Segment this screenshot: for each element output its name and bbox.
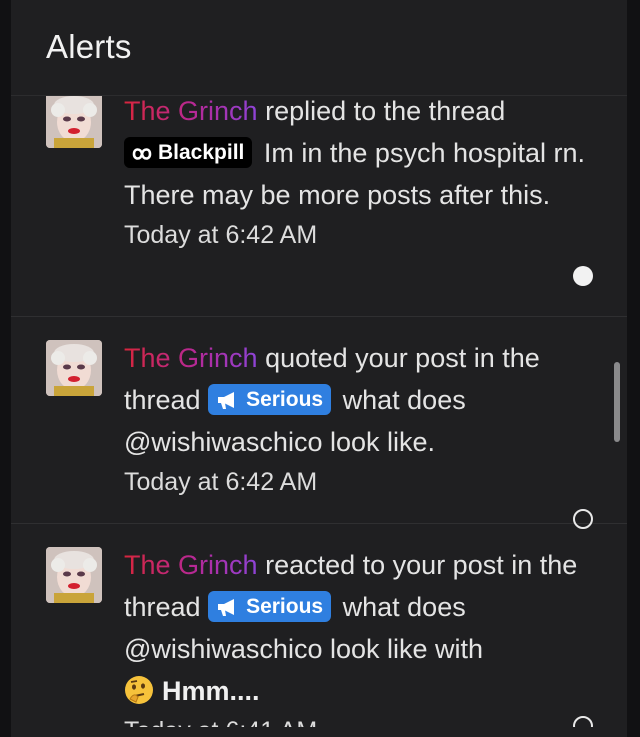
alert-action-text: replied to the thread: [265, 96, 506, 126]
avatar[interactable]: [46, 547, 102, 603]
alerts-header: Alerts: [11, 0, 627, 96]
alert-item[interactable]: The Grinch quoted your post in the threa…: [11, 317, 627, 529]
alert-content: The Grinch replied to the thread Blackpi…: [124, 90, 594, 254]
thread-prefix-label: Serious: [246, 595, 324, 618]
thinking-face-icon: [124, 675, 154, 705]
megaphone-icon: [216, 595, 240, 626]
alert-item[interactable]: The Grinch replied to the thread Blackpi…: [11, 80, 627, 317]
reaction-label: Hmm....: [162, 676, 260, 706]
alert-content: The Grinch reacted to your post in the t…: [124, 544, 594, 737]
thread-prefix-badge[interactable]: Blackpill: [124, 137, 253, 168]
alert-timestamp: Today at 6:42 AM: [124, 468, 318, 496]
thread-prefix-badge[interactable]: Serious: [208, 591, 332, 622]
thread-prefix-label: Serious: [246, 388, 324, 411]
scrollbar-thumb[interactable]: [614, 362, 620, 442]
avatar[interactable]: [46, 340, 102, 396]
username-link[interactable]: The Grinch: [124, 96, 258, 126]
alert-item[interactable]: The Grinch reacted to your post in the t…: [11, 524, 627, 737]
infinity-mask-icon: [132, 141, 152, 172]
alerts-list[interactable]: The Grinch replied to the thread Blackpi…: [11, 80, 627, 737]
thread-prefix-badge[interactable]: Serious: [208, 384, 332, 415]
alert-content: The Grinch quoted your post in the threa…: [124, 337, 594, 501]
panel-bottom-edge: [11, 727, 627, 737]
page-title: Alerts: [46, 28, 132, 65]
alert-suffix-text: with: [435, 634, 484, 664]
megaphone-icon: [216, 388, 240, 419]
avatar[interactable]: [46, 92, 102, 148]
username-link[interactable]: The Grinch: [124, 550, 258, 580]
thread-prefix-label: Blackpill: [158, 141, 245, 164]
username-link[interactable]: The Grinch: [124, 343, 258, 373]
alert-timestamp: Today at 6:42 AM: [124, 221, 318, 249]
alerts-panel: Alerts The Grinch replied to the thread …: [11, 0, 627, 737]
mark-read-toggle[interactable]: [573, 266, 593, 286]
